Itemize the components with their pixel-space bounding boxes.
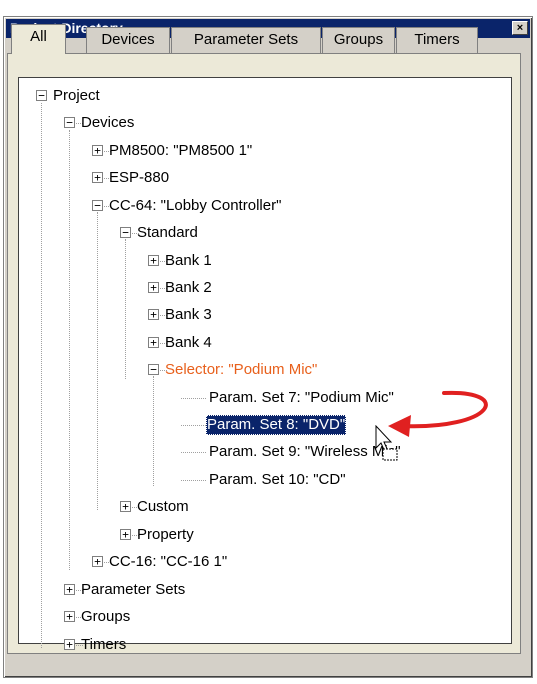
tree-node-esp-880[interactable]: ESP-880	[109, 168, 169, 188]
expand-icon[interactable]: +	[64, 639, 75, 650]
project-tree[interactable]: − − + + − − + + + + − + + + + + + Projec…	[18, 77, 512, 653]
tree-connector-line	[181, 452, 206, 453]
collapse-icon[interactable]: −	[120, 227, 131, 238]
tree-node-selector-podium-mic[interactable]: Selector: "Podium Mic"	[165, 360, 317, 380]
tab-devices[interactable]: Devices	[86, 27, 170, 53]
collapse-icon[interactable]: −	[92, 200, 103, 211]
tab-parameter-sets[interactable]: Parameter Sets	[171, 27, 321, 53]
tree-connector-line	[181, 480, 206, 481]
tab-label: Timers	[414, 31, 460, 48]
tree-connector-line	[181, 425, 206, 426]
expand-icon[interactable]: +	[120, 501, 131, 512]
tree-connector-line	[125, 239, 126, 379]
expand-icon[interactable]: +	[64, 584, 75, 595]
tab-groups[interactable]: Groups	[322, 27, 395, 53]
close-icon[interactable]: ×	[512, 21, 528, 35]
tree-node-cc-64[interactable]: CC-64: "Lobby Controller"	[109, 196, 281, 216]
tree-node-param-set-10[interactable]: Param. Set 10: "CD"	[209, 470, 346, 490]
tree-node-groups[interactable]: Groups	[81, 607, 130, 627]
tree-node-devices[interactable]: Devices	[81, 113, 134, 133]
expand-icon[interactable]: +	[120, 529, 131, 540]
tab-label: Devices	[101, 31, 155, 48]
expand-icon[interactable]: +	[92, 172, 103, 183]
expand-icon[interactable]: +	[148, 255, 159, 266]
expand-icon[interactable]: +	[64, 611, 75, 622]
collapse-icon[interactable]: −	[36, 90, 47, 101]
tree-node-parameter-sets[interactable]: Parameter Sets	[81, 580, 185, 600]
tree-node-timers[interactable]: Timers	[81, 635, 126, 655]
collapse-icon[interactable]: −	[148, 364, 159, 375]
tree-node-project[interactable]: Project	[53, 86, 100, 106]
tree-connector-line	[69, 130, 70, 570]
tab-label: All	[30, 28, 47, 45]
expand-icon[interactable]: +	[148, 309, 159, 320]
tree-node-custom[interactable]: Custom	[137, 497, 189, 517]
tree-node-bank-3[interactable]: Bank 3	[165, 305, 212, 325]
tab-timers[interactable]: Timers	[396, 27, 478, 53]
tree-connector-line	[41, 103, 42, 648]
tree-connector-line	[181, 398, 206, 399]
tab-all[interactable]: All	[11, 24, 66, 54]
expand-icon[interactable]: +	[92, 145, 103, 156]
collapse-icon[interactable]: −	[64, 117, 75, 128]
tree-node-bank-4[interactable]: Bank 4	[165, 333, 212, 353]
expand-icon[interactable]: +	[148, 282, 159, 293]
tab-label: Parameter Sets	[193, 31, 299, 48]
tree-node-pm8500[interactable]: PM8500: "PM8500 1"	[109, 141, 252, 161]
annotation-arrow-curve	[399, 390, 488, 429]
drag-move-cursor-icon	[375, 425, 398, 461]
tree-node-property[interactable]: Property	[137, 525, 194, 545]
tree-connector-line	[97, 212, 98, 510]
expand-icon[interactable]: +	[148, 337, 159, 348]
expand-icon[interactable]: +	[92, 556, 103, 567]
tree-node-param-set-9[interactable]: Param. Set 9: "Wireless Mic"	[209, 442, 401, 462]
tab-label: Groups	[333, 31, 384, 48]
tree-node-standard[interactable]: Standard	[137, 223, 198, 243]
tree-node-cc-16[interactable]: CC-16: "CC-16 1"	[109, 552, 227, 572]
tree-node-bank-1[interactable]: Bank 1	[165, 251, 212, 271]
tree-node-param-set-8-selected[interactable]: Param. Set 8: "DVD"	[206, 415, 347, 435]
tree-node-param-set-7[interactable]: Param. Set 7: "Podium Mic"	[209, 388, 394, 408]
tree-connector-line	[153, 376, 154, 486]
tree-node-bank-2[interactable]: Bank 2	[165, 278, 212, 298]
